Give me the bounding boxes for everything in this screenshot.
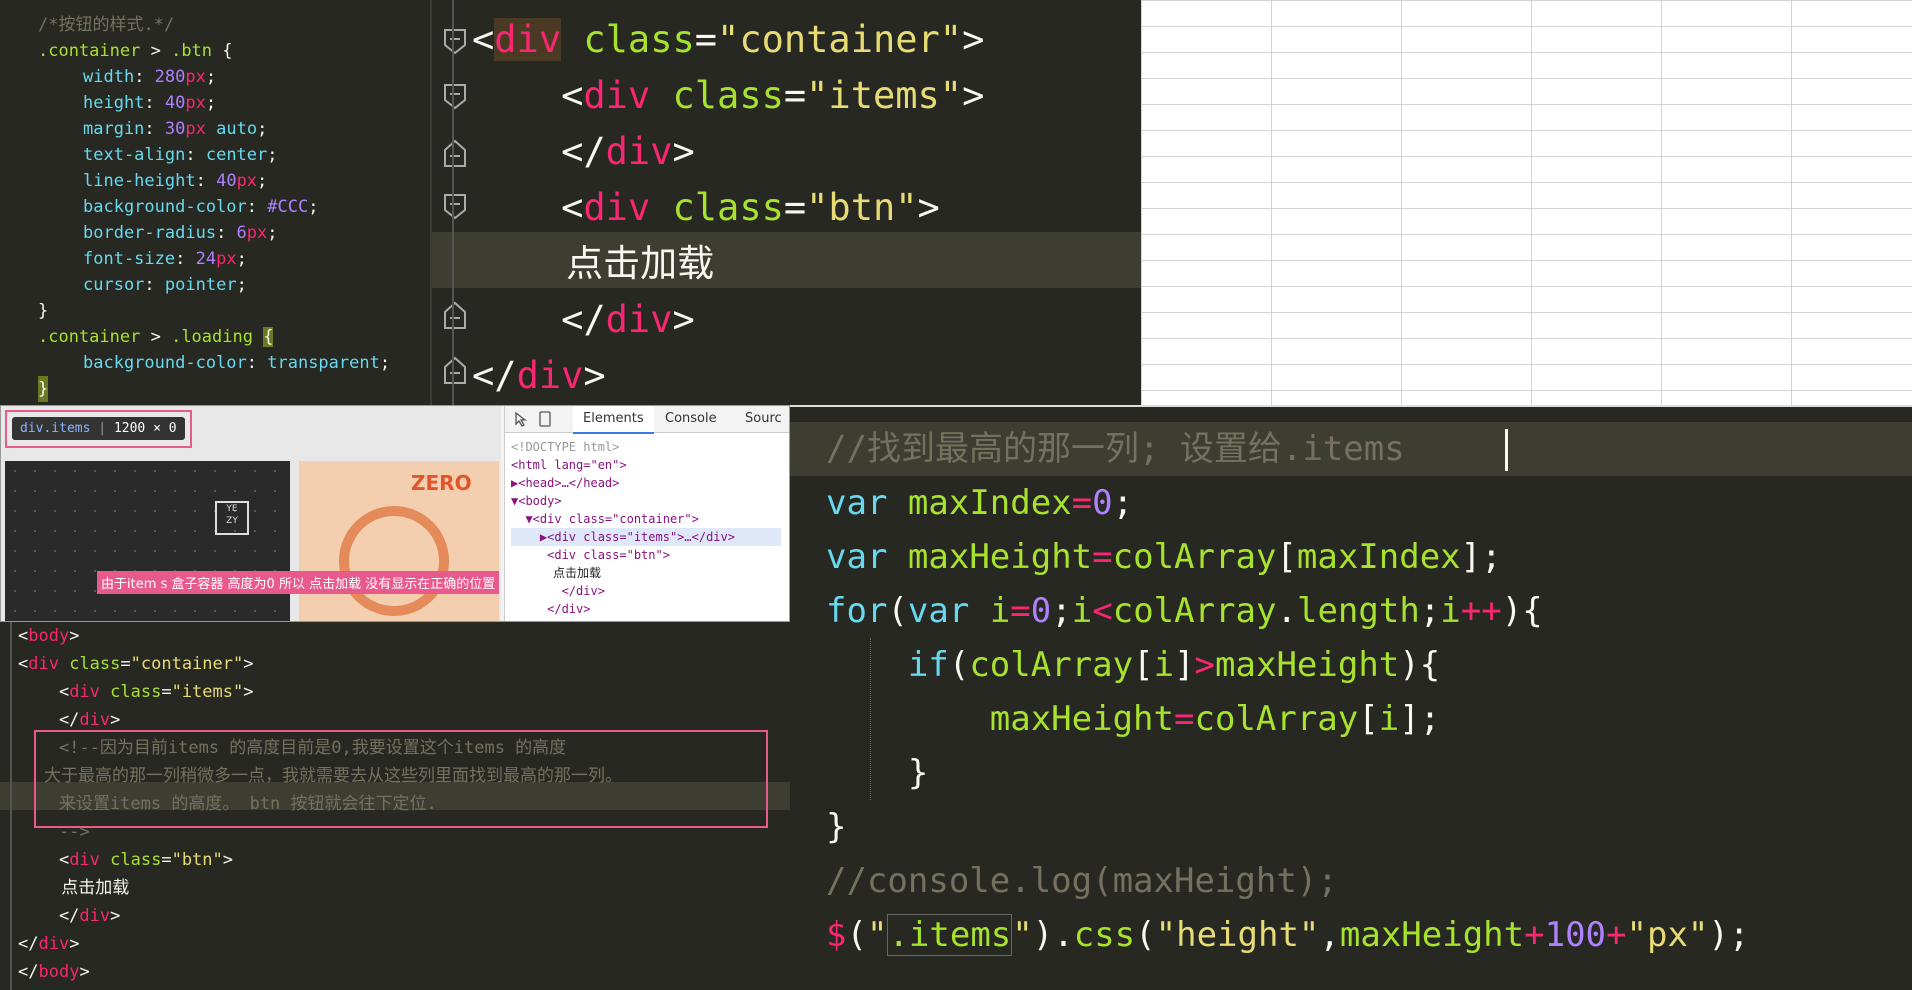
css-comment: /*按钮的样式.*/ <box>38 15 175 35</box>
fold-end-icon[interactable] <box>440 355 470 385</box>
annotation-label: 由于item s 盒子容器 高度为0 所以 点击加载 没有显示在正确的位置 <box>97 571 500 594</box>
cm-comment-2: 大于最高的那一列稍微多一点，我就需要去从这些列里面找到最高的那一列。 <box>44 766 622 786</box>
device-toggle-icon[interactable] <box>537 411 553 427</box>
dom-node[interactable]: ▼<body> <box>511 492 562 510</box>
zoom-line-btn-close: </div> <box>472 298 695 341</box>
css-prop-font-size: font-size: 24px; <box>83 249 247 269</box>
css-prop-line-height: line-height: 40px; <box>83 171 268 191</box>
cm-line-btn-text: 点击加载 <box>18 878 130 898</box>
dom-text-node[interactable]: 点击加载 <box>511 564 601 582</box>
css-prop-cursor: cursor: pointer; <box>83 275 247 295</box>
css-prop-radius: border-radius: 6px; <box>83 223 278 243</box>
spreadsheet-grid[interactable] <box>1141 0 1912 405</box>
fold-marker-icon[interactable] <box>440 25 470 55</box>
tooltip-tag: div.items <box>20 421 91 436</box>
zoom-line-container: <div class="container"> <box>472 18 985 61</box>
cm-line-btn-close: </div> <box>18 906 121 926</box>
css-selector-btn: .container > .btn { <box>38 41 233 61</box>
cm-line-container: <div class="container"> <box>18 654 254 674</box>
dom-node[interactable]: ▶<head>…</head> <box>511 474 619 492</box>
dom-node[interactable]: </div> <box>511 600 590 618</box>
tab-elements[interactable]: Elements <box>573 406 654 434</box>
tab-sources[interactable]: Sourc <box>735 406 789 432</box>
fold-end-icon[interactable] <box>440 138 470 168</box>
product-image-zero: ZERO <box>299 461 499 621</box>
js-line-assign: maxHeight=colArray[i]; <box>989 699 1441 739</box>
zoom-line-btn-text: 点击加载 <box>472 242 715 285</box>
inspect-cursor-icon[interactable] <box>513 411 529 427</box>
fold-marker-icon[interactable] <box>440 190 470 220</box>
dom-node[interactable]: <html lang="en"> <box>511 456 627 474</box>
js-line-for: for(var i=0;i<colArray.length;i++){ <box>826 591 1543 631</box>
page-preview[interactable]: YE ZY ZERO div.items | 1200 × 0 由于item s… <box>1 406 501 621</box>
zoom-line-container-close: </div> <box>472 354 606 397</box>
zoom-line-btn: <div class="btn"> <box>472 186 940 229</box>
fold-marker-icon[interactable] <box>440 80 470 110</box>
css-brace-close: } <box>38 376 49 402</box>
browser-devtools-panel[interactable]: YE ZY ZERO div.items | 1200 × 0 由于item s… <box>0 405 790 622</box>
tab-console[interactable]: Console <box>655 406 727 432</box>
zero-logo: ZERO <box>411 471 472 495</box>
fold-end-icon[interactable] <box>440 300 470 330</box>
yezy-logo: YE ZY <box>215 501 249 535</box>
js-comment-find-max: //找到最高的那一列; 设置给.items <box>826 429 1405 469</box>
devtools-toolbar: Elements Console Sourc <box>505 406 789 434</box>
css-prop-height: height: 40px; <box>83 93 217 113</box>
cm-comment-3: 来设置items 的高度。 btn 按钮就会往下定位. <box>18 794 437 814</box>
js-line-css: $(".items").css("height",maxHeight+100+"… <box>826 914 1750 956</box>
cm-comment-end: --> <box>18 822 90 842</box>
js-line-for-close: } <box>826 807 847 847</box>
css-prop-margin: margin: 30px auto; <box>83 119 268 139</box>
css-brace: } <box>38 301 49 321</box>
css-prop-bg: background-color: #CCC; <box>83 197 319 217</box>
html-zoom-editor-panel[interactable]: <div class="container"> <div class="item… <box>430 0 1141 405</box>
cm-comment-1: <!--因为目前items 的高度目前是0,我要设置这个items 的高度 <box>18 738 567 758</box>
cm-line-items: <div class="items"> <box>18 682 254 702</box>
js-line-if: if(colArray[i]>maxHeight){ <box>907 645 1441 685</box>
js-line-if-close: } <box>826 753 929 793</box>
dom-node-selected[interactable]: ▶<div class="items">…</div> <box>511 528 781 546</box>
cm-line-body-close: </body> <box>18 962 90 982</box>
js-line-maxheight: var maxHeight=colArray[maxIndex]; <box>826 537 1502 577</box>
css-selector-loading: .container > .loading { <box>38 327 274 347</box>
tooltip-highlight: div.items | 1200 × 0 <box>5 410 192 448</box>
js-editor-panel[interactable]: //找到最高的那一列; 设置给.items var maxIndex=0; va… <box>790 405 1912 990</box>
html-comment-editor-panel[interactable]: <body> <div class="container"> <div clas… <box>0 622 790 990</box>
js-comment-console: //console.log(maxHeight); <box>826 861 1338 901</box>
tooltip-size: 1200 × 0 <box>113 421 177 436</box>
text-cursor <box>1505 429 1508 471</box>
dom-node[interactable]: ▼<div class="container"> <box>511 510 698 528</box>
dom-node[interactable]: </div> <box>511 582 605 600</box>
js-line-maxindex: var maxIndex=0; <box>826 483 1134 523</box>
css-prop-text-align: text-align: center; <box>83 145 278 165</box>
devtools-inspector[interactable]: Elements Console Sourc <!DOCTYPE html> <… <box>504 406 789 621</box>
css-editor-panel[interactable]: /*按钮的样式.*/ .container > .btn { width: 28… <box>0 0 430 405</box>
cm-line-body: <body> <box>18 626 80 646</box>
cm-line-btn: <div class="btn"> <box>18 850 234 870</box>
zoom-line-items: <div class="items"> <box>472 74 985 117</box>
css-prop-transparent: background-color: transparent; <box>83 353 391 373</box>
cm-line-container-close: </div> <box>18 934 80 954</box>
css-prop-width: width: 280px; <box>83 67 217 87</box>
product-image-jacket: YE ZY <box>5 461 290 621</box>
zoom-line-items-close: </div> <box>472 130 695 173</box>
infographic-circle <box>339 506 449 616</box>
dom-node[interactable]: <!DOCTYPE html> <box>511 438 619 456</box>
dom-node[interactable]: <div class="btn"> <box>511 546 670 564</box>
